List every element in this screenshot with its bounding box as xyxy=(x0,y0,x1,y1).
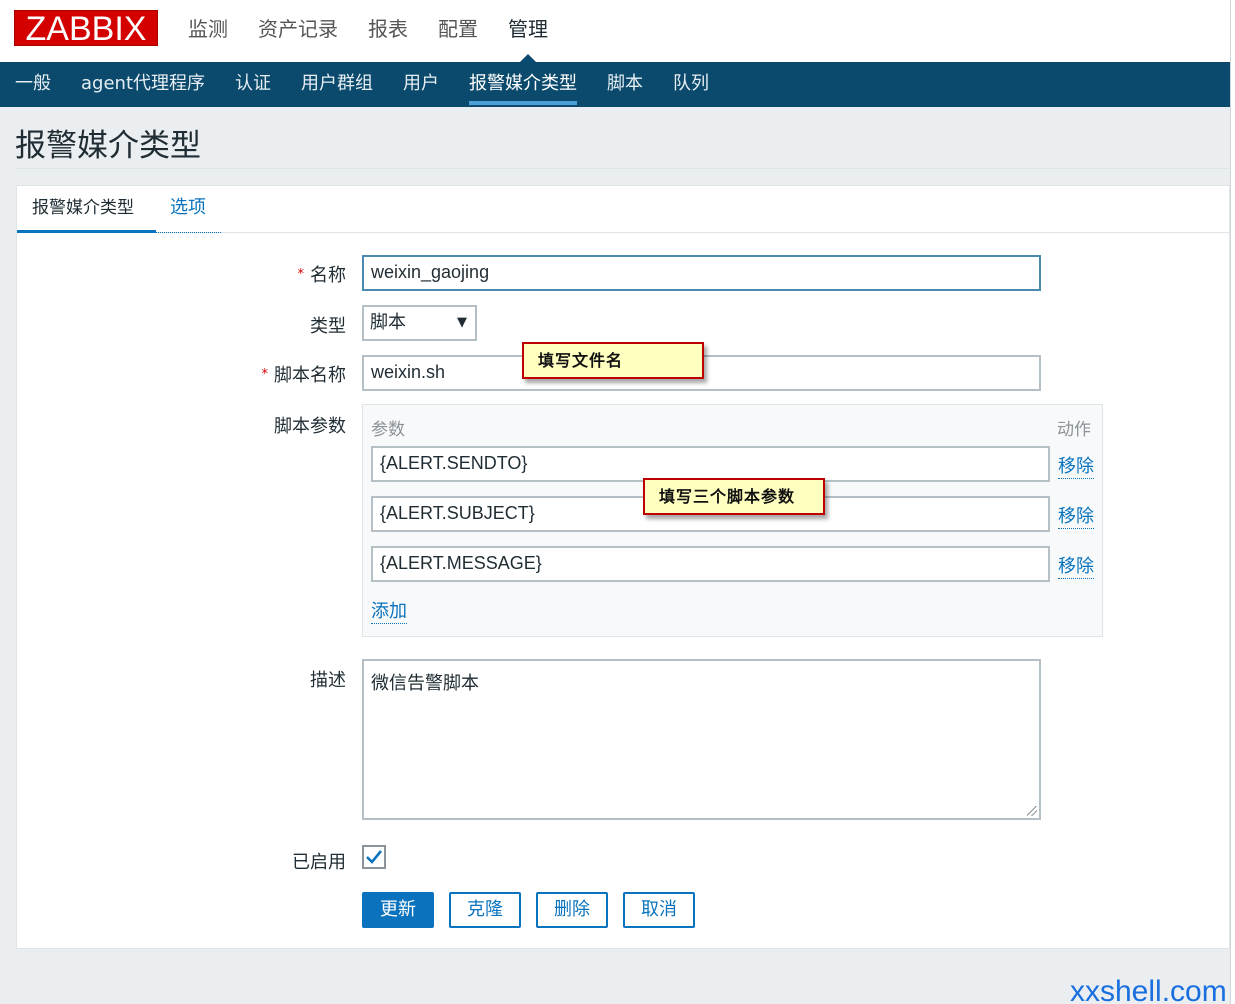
chevron-down-icon: ▼ xyxy=(457,315,467,330)
remove-param-link[interactable]: 移除 xyxy=(1058,552,1094,579)
subnav-authentication[interactable]: 认证 xyxy=(220,62,286,107)
nav-monitoring[interactable]: 监测 xyxy=(173,0,243,62)
script-name-label: * 脚本名称 xyxy=(240,361,347,387)
script-name-label-text: 脚本名称 xyxy=(274,365,346,386)
type-select[interactable]: 脚本 ▼ xyxy=(362,305,477,341)
title-divider xyxy=(15,168,1230,169)
tab-media-type[interactable]: 报警媒介类型 xyxy=(17,186,156,233)
script-param-input[interactable]: {ALERT.MESSAGE} xyxy=(371,546,1050,582)
subnav-queue[interactable]: 队列 xyxy=(658,62,724,107)
required-mark: * xyxy=(297,267,305,282)
resize-handle-icon[interactable] xyxy=(1027,806,1037,816)
description-textarea[interactable]: 微信告警脚本 xyxy=(362,659,1041,820)
sub-nav: 一般 agent代理程序 认证 用户群组 用户 报警媒介类型 脚本 队列 xyxy=(0,62,1230,107)
window-edge xyxy=(1230,0,1235,1004)
remove-param-link[interactable]: 移除 xyxy=(1058,502,1094,529)
enabled-label: 已启用 xyxy=(292,852,346,873)
type-label: 类型 xyxy=(310,316,346,337)
update-button[interactable]: 更新 xyxy=(362,892,434,928)
nav-administration[interactable]: 管理 xyxy=(493,0,563,62)
name-label-text: 名称 xyxy=(310,265,346,286)
script-params-label: 脚本参数 xyxy=(274,416,346,437)
tab-options[interactable]: 选项 xyxy=(155,186,221,233)
watermark: xxshell.com xyxy=(1070,975,1227,1004)
subnav-media-types[interactable]: 报警媒介类型 xyxy=(454,62,592,107)
script-param-input[interactable]: {ALERT.SENDTO} xyxy=(371,446,1050,482)
page-title: 报警媒介类型 xyxy=(15,128,201,164)
type-select-value: 脚本 xyxy=(370,312,406,333)
action-column-header: 动作 xyxy=(1057,420,1091,440)
main-nav: 监测 资产记录 报表 配置 管理 xyxy=(173,0,563,62)
subnav-user-groups[interactable]: 用户群组 xyxy=(286,62,388,107)
top-header: ZABBIX 监测 资产记录 报表 配置 管理 xyxy=(0,0,1230,62)
enabled-checkbox[interactable] xyxy=(362,845,386,869)
annotation-file-name: 填写文件名 xyxy=(522,342,704,379)
subnav-users[interactable]: 用户 xyxy=(388,62,454,107)
name-label: * 名称 xyxy=(240,261,347,287)
subnav-scripts[interactable]: 脚本 xyxy=(592,62,658,107)
nav-reports[interactable]: 报表 xyxy=(353,0,423,62)
subnav-proxies[interactable]: agent代理程序 xyxy=(66,62,220,107)
description-label: 描述 xyxy=(310,670,346,691)
subnav-general[interactable]: 一般 xyxy=(0,62,66,107)
params-column-header: 参数 xyxy=(371,420,405,440)
remove-param-link[interactable]: 移除 xyxy=(1058,452,1094,479)
tab-bar: 报警媒介类型 选项 xyxy=(17,186,1231,233)
name-input[interactable]: weixin_gaojing xyxy=(362,255,1041,291)
checkmark-icon xyxy=(366,850,383,864)
cancel-button[interactable]: 取消 xyxy=(623,892,695,928)
description-text: 微信告警脚本 xyxy=(371,673,479,694)
add-param-link[interactable]: 添加 xyxy=(371,597,407,624)
required-mark: * xyxy=(261,367,269,382)
annotation-three-params: 填写三个脚本参数 xyxy=(643,478,825,515)
nav-configuration[interactable]: 配置 xyxy=(423,0,493,62)
delete-button[interactable]: 删除 xyxy=(536,892,608,928)
nav-inventory[interactable]: 资产记录 xyxy=(243,0,353,62)
zabbix-logo[interactable]: ZABBIX xyxy=(14,10,158,47)
clone-button[interactable]: 克隆 xyxy=(449,892,521,928)
